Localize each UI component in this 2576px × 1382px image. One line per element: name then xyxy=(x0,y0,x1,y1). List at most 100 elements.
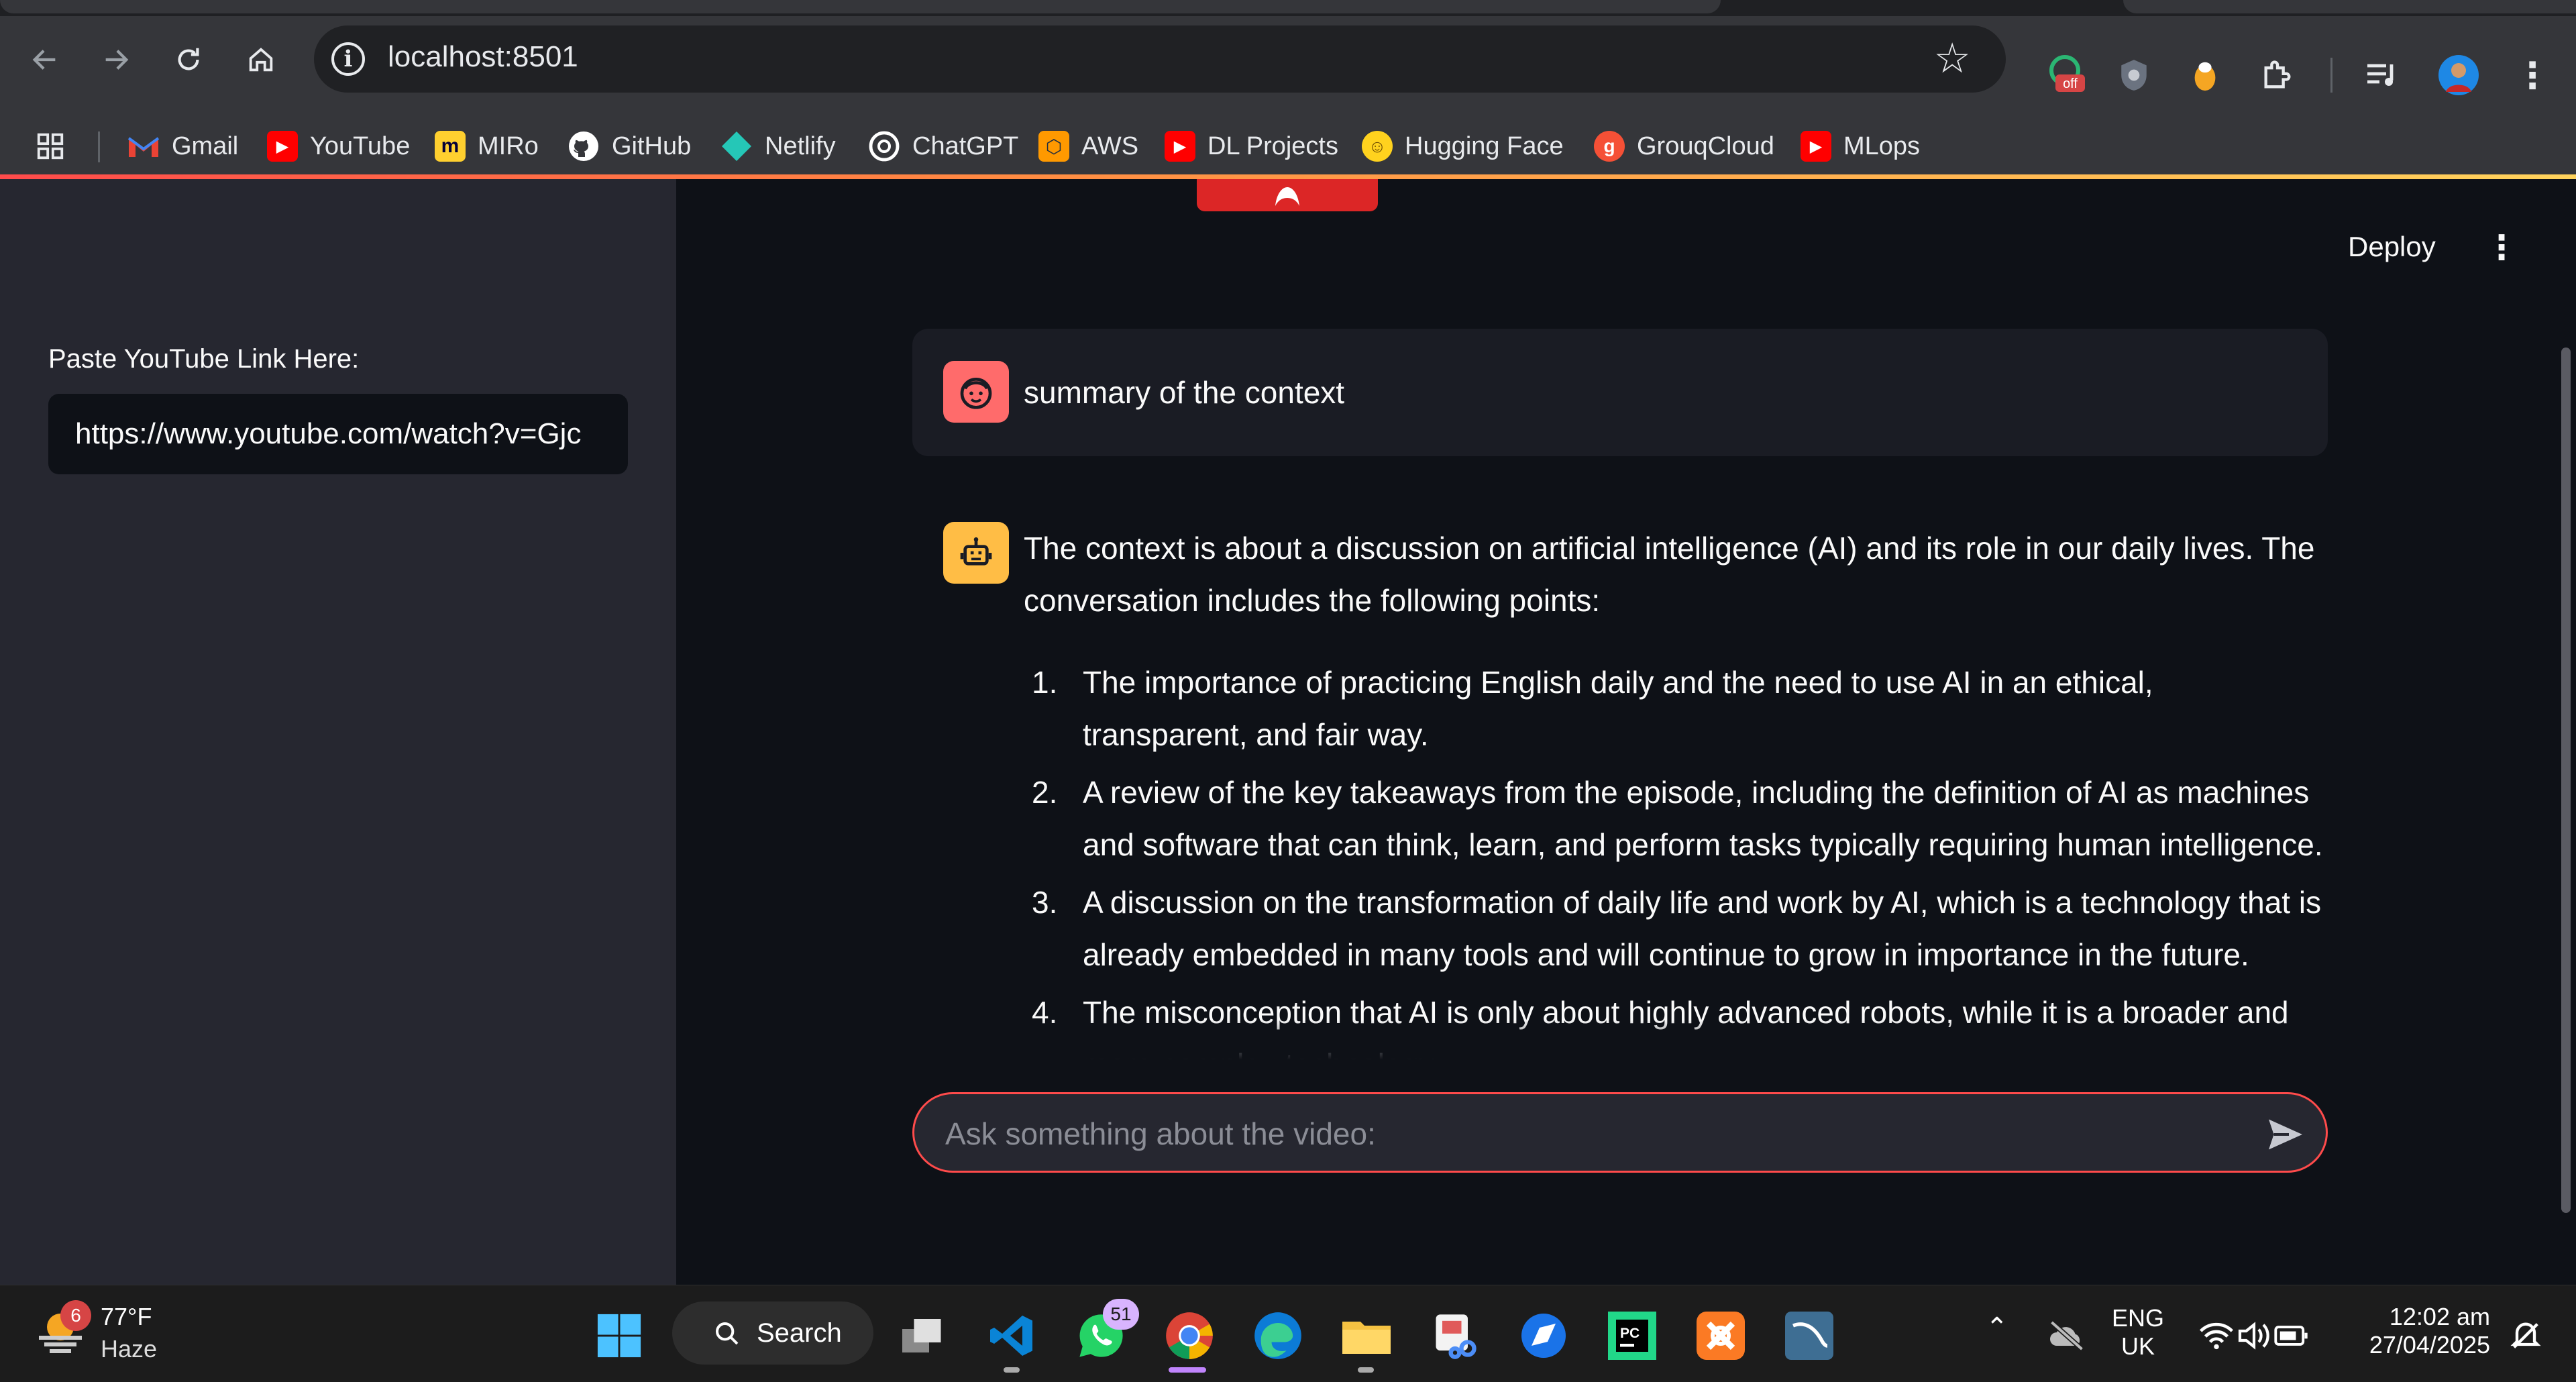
netlify-icon xyxy=(722,131,751,161)
vscode-icon[interactable] xyxy=(982,1306,1042,1366)
bookmark-chatgpt[interactable]: ChatGPT xyxy=(868,118,1018,174)
bookmark-netlify[interactable]: Netlify xyxy=(720,118,836,174)
bookmark-gmail[interactable]: Gmail xyxy=(127,118,238,174)
weather-condition: Haze xyxy=(101,1335,158,1363)
bookmark-label: DL Projects xyxy=(1208,131,1338,160)
weather-temperature: 77°F xyxy=(101,1303,152,1330)
xampp-icon[interactable] xyxy=(1690,1306,1751,1366)
forward-arrow-icon[interactable] xyxy=(86,30,146,90)
shield-extension-icon[interactable] xyxy=(2104,48,2164,102)
user-message-text: summary of the context xyxy=(1024,375,1345,410)
youtube-link-label: Paste YouTube Link Here: xyxy=(48,344,360,374)
deploy-button[interactable]: Deploy xyxy=(2348,231,2436,263)
browser-menu-icon[interactable]: ⋮ xyxy=(2502,48,2563,102)
app-menu-icon[interactable]: ⋮ xyxy=(2485,228,2518,267)
bookmark-hugging-face[interactable]: ☺ Hugging Face xyxy=(1362,118,1564,174)
bookmark-label: GrouqCloud xyxy=(1637,131,1774,160)
bookmark-label: Hugging Face xyxy=(1405,131,1564,160)
wifi-icon xyxy=(2200,1322,2233,1350)
bookmark-aws[interactable]: ⬡ AWS xyxy=(1038,118,1138,174)
page-scrollbar[interactable] xyxy=(2561,348,2571,1213)
user-avatar-icon xyxy=(943,361,1009,423)
bookmark-label: YouTube xyxy=(310,131,411,160)
clock-time: 12:02 am xyxy=(2389,1303,2490,1330)
extension-dot-icon[interactable] xyxy=(2175,48,2235,102)
bookmark-label: Netlify xyxy=(765,131,836,160)
url-text[interactable]: localhost:8501 xyxy=(388,40,578,74)
browser-toolbar: i localhost:8501 ☆ off ⋮ xyxy=(0,16,2576,118)
clock-date: 27/04/2025 xyxy=(2369,1331,2490,1359)
language-code: ENG xyxy=(2112,1304,2165,1332)
chat-input-box[interactable] xyxy=(912,1092,2328,1173)
bookmark-dl-projects[interactable]: ▶ DL Projects xyxy=(1165,118,1338,174)
mysql-workbench-icon[interactable] xyxy=(1779,1306,1839,1366)
list-item-number: 1. xyxy=(1032,665,1058,700)
media-controls-icon[interactable] xyxy=(2352,48,2412,102)
language-indicator[interactable]: ENG UK xyxy=(2112,1304,2164,1361)
apps-grid-icon[interactable] xyxy=(35,118,66,174)
app-header-decoration xyxy=(0,174,2576,179)
address-bar[interactable]: i localhost:8501 ☆ xyxy=(314,25,2006,93)
tab-strip-right xyxy=(2123,0,2576,13)
bookmark-groqcloud[interactable]: g GrouqCloud xyxy=(1594,118,1774,174)
youtube-link-input[interactable]: https://www.youtube.com/watch?v=Gjc xyxy=(48,394,628,474)
assistant-message-list: 1. The importance of practicing English … xyxy=(1024,656,2325,1062)
hugging-face-icon: ☺ xyxy=(1362,131,1393,162)
list-item-text: A review of the key takeaways from the e… xyxy=(1083,775,2323,862)
list-item-text: A discussion on the transformation of da… xyxy=(1083,885,2322,972)
notifications-icon[interactable] xyxy=(2496,1306,2556,1366)
list-item: 1. The importance of practicing English … xyxy=(1024,656,2325,761)
send-icon[interactable] xyxy=(2265,1114,2306,1155)
list-item: 3. A discussion on the transformation of… xyxy=(1024,876,2325,981)
active-tab[interactable] xyxy=(0,0,1721,13)
bookmark-label: MIRo xyxy=(478,131,539,160)
bookmark-miro[interactable]: m MIRo xyxy=(435,118,539,174)
onedrive-offline-icon[interactable] xyxy=(2037,1306,2097,1366)
home-icon[interactable] xyxy=(231,30,291,90)
groq-icon: g xyxy=(1594,131,1625,162)
vscode-running-indicator xyxy=(1004,1367,1020,1373)
screen: i localhost:8501 ☆ off ⋮ Gmail ▶ YouTube… xyxy=(0,0,2576,1382)
bookmark-divider xyxy=(98,131,100,162)
extensions-puzzle-icon[interactable] xyxy=(2247,48,2308,102)
tray-overflow-chevron-icon[interactable]: ⌃ xyxy=(1986,1312,2008,1343)
assistant-message-intro: The context is about a discussion on art… xyxy=(1024,531,2315,618)
scroll-fade xyxy=(912,1020,2328,1064)
bookmark-mlops[interactable]: ▶ MLops xyxy=(1801,118,1920,174)
bookmark-star-icon[interactable]: ☆ xyxy=(1933,34,1971,83)
chrome-icon[interactable] xyxy=(1159,1306,1220,1366)
site-info-icon[interactable]: i xyxy=(331,42,365,76)
taskbar-search[interactable]: Search xyxy=(672,1301,873,1365)
compass-app-icon[interactable] xyxy=(1513,1306,1574,1366)
aws-icon: ⬡ xyxy=(1038,131,1069,162)
task-view-icon[interactable] xyxy=(892,1306,953,1366)
youtube-icon: ▶ xyxy=(267,131,298,162)
list-item: 2. A review of the key takeaways from th… xyxy=(1024,766,2325,871)
explorer-running-indicator xyxy=(1358,1367,1374,1373)
streamlit-running-icon xyxy=(1275,187,1299,206)
assistant-avatar-icon xyxy=(943,522,1009,584)
file-explorer-icon[interactable] xyxy=(1336,1306,1397,1366)
extension-off-icon[interactable]: off xyxy=(2037,48,2097,102)
youtube-icon: ▶ xyxy=(1165,131,1195,162)
chat-input[interactable] xyxy=(945,1113,2186,1155)
list-item-number: 2. xyxy=(1032,775,1058,810)
profile-avatar[interactable] xyxy=(2428,48,2489,102)
reload-icon[interactable] xyxy=(158,30,219,90)
clock[interactable]: 12:02 am 27/04/2025 xyxy=(2356,1303,2490,1359)
bookmark-youtube[interactable]: ▶ YouTube xyxy=(267,118,410,174)
search-label: Search xyxy=(757,1318,842,1348)
taskbar: 6 77°F Haze Search 51 PC ⌃ ENG UK 12:02 … xyxy=(0,1285,2576,1382)
running-status-indicator xyxy=(1197,179,1378,211)
pycharm-icon[interactable]: PC xyxy=(1602,1306,1662,1366)
system-tray-status[interactable] xyxy=(2187,1306,2321,1366)
keyboard-layout: UK xyxy=(2121,1332,2155,1360)
edge-icon[interactable] xyxy=(1248,1306,1308,1366)
back-arrow-icon[interactable] xyxy=(15,30,75,90)
snipping-tool-icon[interactable] xyxy=(1425,1306,1485,1366)
list-item-text: The importance of practicing English dai… xyxy=(1083,665,2153,752)
bookmark-github[interactable]: GitHub xyxy=(568,118,691,174)
weather-widget[interactable]: 6 77°F Haze xyxy=(34,1300,157,1363)
bookmark-label: MLops xyxy=(1843,131,1921,160)
windows-start-icon[interactable] xyxy=(589,1306,649,1366)
